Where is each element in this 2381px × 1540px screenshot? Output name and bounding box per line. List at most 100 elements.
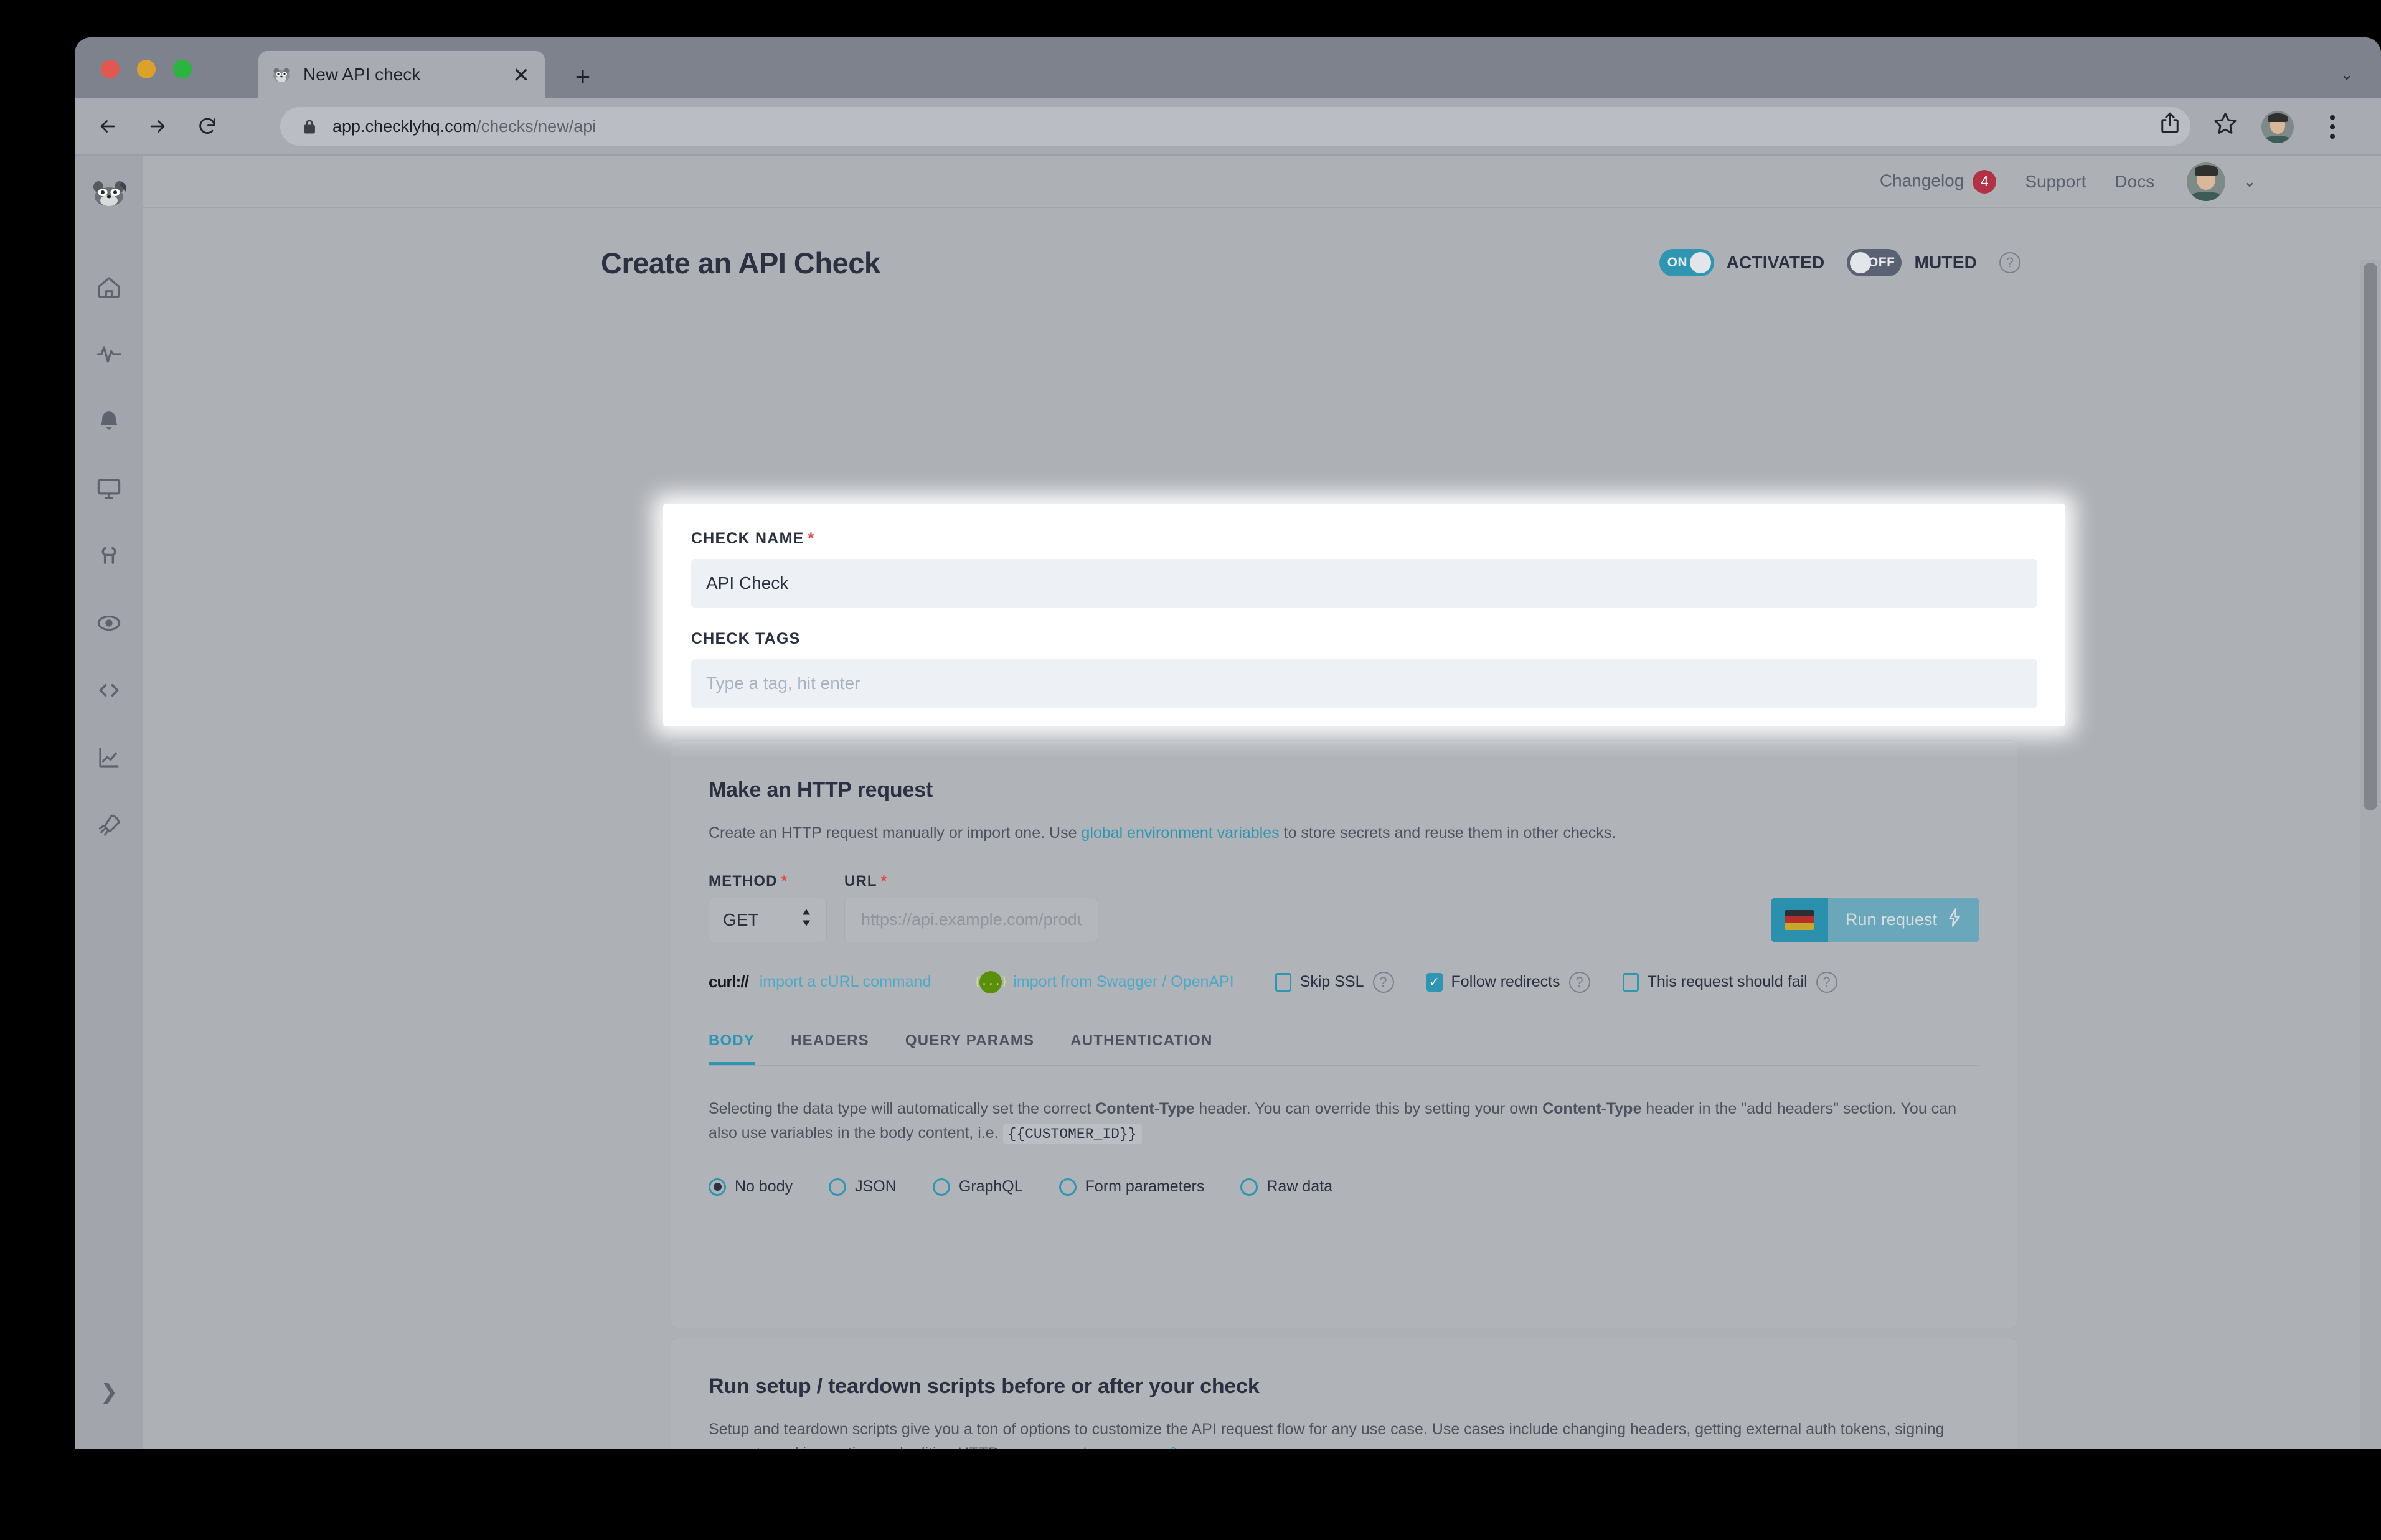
reload-button[interactable] bbox=[191, 110, 224, 143]
should-fail-checkbox[interactable] bbox=[1622, 972, 1639, 992]
graphql-label: GraphQL bbox=[958, 1178, 1023, 1196]
browser-tab[interactable]: New API check ✕ bbox=[258, 51, 545, 98]
sidebar-expand-chevron-icon[interactable]: ❯ bbox=[75, 1369, 143, 1414]
follow-redirects-help-icon[interactable]: ? bbox=[1568, 971, 1590, 993]
form-parameters-radio[interactable] bbox=[1058, 1178, 1077, 1196]
browser-tab-strip: New API check ✕ + ⌄ bbox=[75, 37, 2381, 98]
checkly-logo-icon[interactable] bbox=[91, 176, 127, 212]
body-type-radio-group: No body JSON GraphQL Form parameters Raw… bbox=[709, 1178, 1979, 1196]
should-fail-help-icon[interactable]: ? bbox=[1816, 971, 1837, 993]
activated-toggle-knob bbox=[1689, 252, 1711, 273]
new-tab-icon[interactable]: + bbox=[570, 63, 596, 90]
app-viewport: ❯ Changelog 4 Support Docs ⌄ Create an AP… bbox=[75, 156, 2381, 1449]
tab-authentication[interactable]: AUTHENTICATION bbox=[1070, 1032, 1212, 1065]
address-bar-url: app.checklyhq.com/checks/new/api bbox=[332, 116, 596, 136]
page-scrollbar-track[interactable] bbox=[2360, 260, 2381, 1449]
sidebar-item-reporting[interactable] bbox=[75, 735, 143, 780]
skip-ssl-help-icon[interactable]: ? bbox=[1372, 971, 1394, 993]
activated-toggle-state: ON bbox=[1667, 255, 1688, 270]
tab-query-params[interactable]: QUERY PARAMS bbox=[905, 1032, 1034, 1065]
app-topbar: Changelog 4 Support Docs ⌄ bbox=[143, 156, 2381, 208]
sidebar-item-deploy[interactable] bbox=[75, 802, 143, 847]
json-label: JSON bbox=[855, 1178, 897, 1196]
page-scrollbar-thumb[interactable] bbox=[2364, 263, 2377, 810]
sidebar-item-dashboards[interactable] bbox=[75, 466, 143, 511]
sidebar-item-code-snippets[interactable] bbox=[75, 668, 143, 713]
import-curl-link[interactable]: import a cURL command bbox=[760, 973, 931, 991]
browser-profile-avatar[interactable] bbox=[2261, 111, 2294, 143]
browser-menu-icon[interactable] bbox=[2316, 111, 2349, 143]
nav-docs[interactable]: Docs bbox=[2115, 172, 2154, 192]
http-card-description: Create an HTTP request manually or impor… bbox=[709, 824, 1616, 842]
skip-ssl-checkbox[interactable] bbox=[1275, 972, 1291, 992]
method-select[interactable]: GET bbox=[709, 897, 827, 942]
scripts-card-title: Run setup / teardown scripts before or a… bbox=[709, 1374, 1260, 1398]
muted-toggle-label: MUTED bbox=[1914, 253, 1977, 272]
raw-data-radio[interactable] bbox=[1240, 1178, 1258, 1196]
minimize-window-button[interactable] bbox=[137, 60, 156, 78]
user-avatar[interactable] bbox=[2187, 162, 2226, 201]
run-request-label: Run request bbox=[1845, 910, 1937, 929]
should-fail-option[interactable]: This request should fail ? bbox=[1622, 971, 1837, 993]
request-form-row: METHOD * GET URL * https://api.example.c… bbox=[709, 873, 1979, 942]
close-tab-icon[interactable]: ✕ bbox=[510, 63, 532, 86]
address-bar[interactable]: app.checklyhq.com/checks/new/api bbox=[280, 107, 2190, 146]
close-window-button[interactable] bbox=[101, 60, 120, 78]
german-flag-icon bbox=[1770, 897, 1828, 942]
back-button[interactable] bbox=[91, 110, 125, 143]
radio-form-parameters[interactable]: Form parameters bbox=[1058, 1178, 1214, 1196]
sidebar-item-locations[interactable] bbox=[75, 601, 143, 646]
tab-list-chevron-down-icon[interactable]: ⌄ bbox=[2340, 65, 2354, 84]
sidebar-item-alerts[interactable] bbox=[75, 399, 143, 444]
follow-redirects-option[interactable]: ✓ Follow redirects ? bbox=[1426, 971, 1590, 993]
learn-more-link[interactable]: Learn more bbox=[1083, 1445, 1162, 1449]
radio-no-body[interactable]: No body bbox=[709, 1178, 801, 1196]
tab-headers[interactable]: HEADERS bbox=[791, 1032, 869, 1065]
sidebar-item-activity[interactable] bbox=[75, 332, 143, 377]
setup-teardown-card: Run setup / teardown scripts before or a… bbox=[671, 1338, 2017, 1449]
maximize-window-button[interactable] bbox=[173, 60, 192, 78]
import-swagger-link[interactable]: import from Swagger / OpenAPI bbox=[1013, 973, 1233, 991]
bookmark-star-icon[interactable] bbox=[2212, 110, 2239, 138]
sidebar-item-maintenance[interactable] bbox=[75, 533, 143, 578]
radio-graphql[interactable]: GraphQL bbox=[932, 1178, 1032, 1196]
radio-raw-data[interactable]: Raw data bbox=[1240, 1178, 1341, 1196]
check-details-spotlight: CHECK NAME* CHECK TAGS bbox=[663, 504, 2065, 726]
nav-changelog[interactable]: Changelog 4 bbox=[1880, 169, 1997, 194]
muted-help-icon[interactable]: ? bbox=[1999, 252, 2020, 273]
sidebar-item-home[interactable] bbox=[75, 265, 143, 309]
raccoon-favicon-icon bbox=[271, 64, 292, 85]
json-radio[interactable] bbox=[829, 1178, 847, 1196]
global-env-vars-link[interactable]: global environment variables bbox=[1081, 824, 1279, 842]
check-tags-input[interactable] bbox=[691, 659, 2037, 708]
raw-data-label: Raw data bbox=[1266, 1178, 1332, 1196]
request-tabs: BODY HEADERS QUERY PARAMS AUTHENTICATION bbox=[709, 1032, 1979, 1066]
check-tags-label: CHECK TAGS bbox=[691, 630, 801, 647]
user-menu-chevron-down-icon[interactable]: ⌄ bbox=[2243, 172, 2256, 191]
check-name-input[interactable] bbox=[691, 559, 2037, 608]
import-and-options-row: curl:// import a cURL command {...} impo… bbox=[709, 970, 1979, 993]
no-body-radio[interactable] bbox=[709, 1178, 726, 1196]
lightning-icon bbox=[1947, 908, 1962, 931]
http-request-card: Make an HTTP request Create an HTTP requ… bbox=[671, 740, 2017, 1328]
run-request-button[interactable]: Run request bbox=[1770, 897, 1979, 942]
url-input[interactable] bbox=[844, 897, 1098, 942]
page-title: Create an API Check bbox=[601, 246, 880, 279]
window-traffic-lights bbox=[101, 60, 192, 78]
muted-toggle[interactable]: OFF bbox=[1847, 249, 1902, 276]
tab-body[interactable]: BODY bbox=[709, 1032, 755, 1065]
lock-icon bbox=[301, 118, 318, 135]
page-header: Create an API Check ON ACTIVATED OFF MUT… bbox=[601, 241, 2020, 284]
http-card-title: Make an HTTP request bbox=[709, 778, 933, 802]
follow-redirects-checkbox[interactable]: ✓ bbox=[1426, 972, 1443, 992]
nav-support[interactable]: Support bbox=[2025, 172, 2086, 192]
graphql-radio[interactable] bbox=[932, 1178, 950, 1196]
radio-json[interactable]: JSON bbox=[829, 1178, 905, 1196]
share-icon[interactable] bbox=[2157, 110, 2183, 136]
method-value: GET bbox=[723, 909, 759, 929]
forward-button[interactable] bbox=[141, 110, 174, 143]
skip-ssl-option[interactable]: Skip SSL ? bbox=[1275, 971, 1394, 993]
sidebar-rail: ❯ bbox=[75, 156, 143, 1449]
no-body-label: No body bbox=[735, 1178, 793, 1196]
activated-toggle[interactable]: ON bbox=[1659, 249, 1714, 276]
